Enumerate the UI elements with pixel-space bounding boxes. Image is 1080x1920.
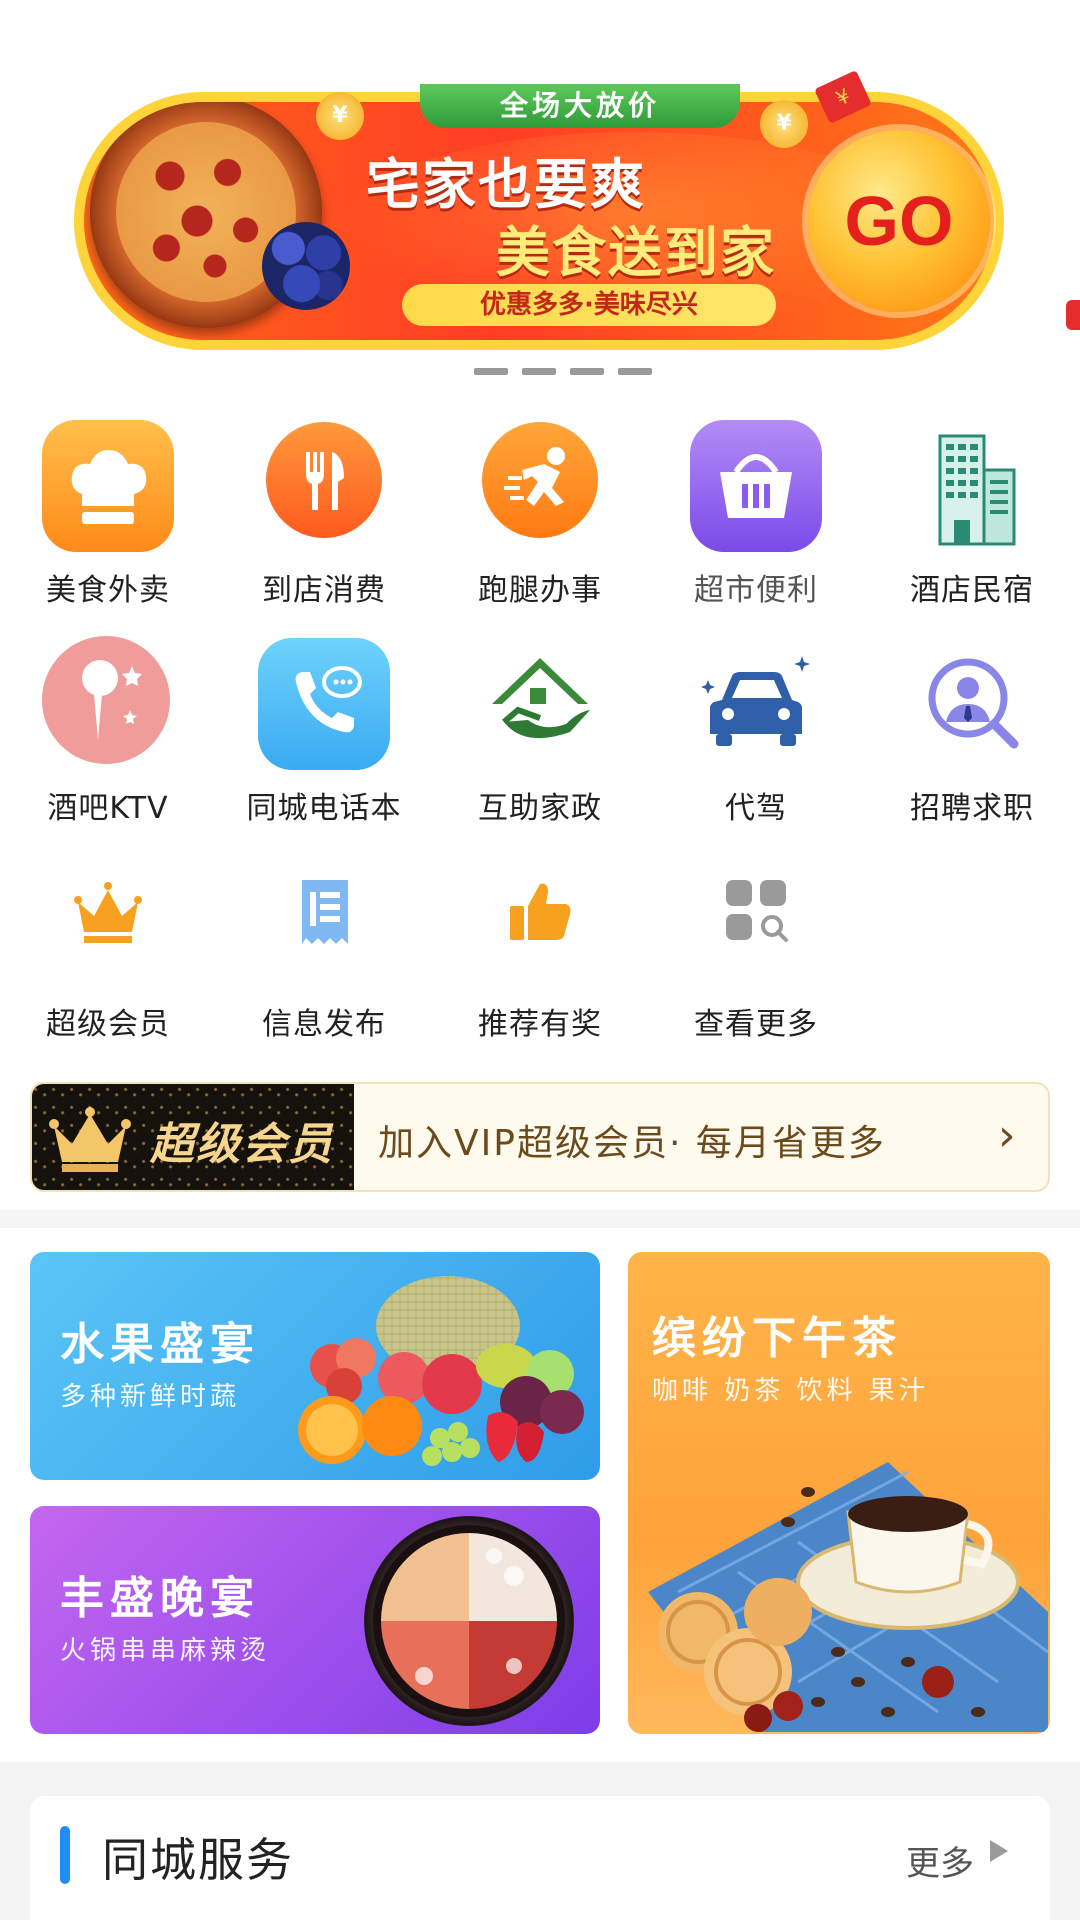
service-label: 酒吧KTV bbox=[47, 791, 169, 826]
service-label: 代驾 bbox=[725, 791, 787, 826]
service-label: 同城电话本 bbox=[246, 791, 402, 826]
service-hotel[interactable]: 酒店民宿 bbox=[864, 410, 1080, 610]
service-label: 信息发布 bbox=[262, 1007, 386, 1042]
shopping-basket-icon bbox=[690, 420, 822, 552]
next-banner-peek bbox=[1066, 300, 1080, 330]
service-label: 超市便利 bbox=[694, 573, 818, 608]
crown-icon bbox=[48, 1104, 132, 1174]
fork-knife-icon bbox=[266, 422, 382, 538]
promo-subtitle: 多种新鲜时蔬 bbox=[60, 1382, 241, 1412]
blueberries-image bbox=[262, 222, 350, 310]
banner-carousel[interactable]: 全场大放价 ¥ ¥ ¥ 宅家也要爽 美食送到家 优惠多多·美味尽兴 GO bbox=[0, 0, 1080, 400]
carousel-indicator[interactable] bbox=[474, 368, 652, 375]
service-label: 美食外卖 bbox=[46, 573, 170, 608]
service-phonebook[interactable]: 同城电话本 bbox=[216, 628, 432, 828]
promo-title: 水果盛宴 bbox=[60, 1319, 260, 1370]
service-referral-reward[interactable]: 推荐有奖 bbox=[432, 844, 648, 1044]
service-label: 查看更多 bbox=[694, 1007, 818, 1042]
service-supermarket[interactable]: 超市便利 bbox=[648, 410, 864, 610]
service-errands[interactable]: 跑腿办事 bbox=[432, 410, 648, 610]
vip-badge: 超级会员 bbox=[32, 1084, 354, 1190]
service-label: 跑腿办事 bbox=[478, 573, 602, 608]
fruit-image bbox=[292, 1266, 600, 1476]
hotpot-image bbox=[364, 1516, 574, 1726]
go-button[interactable]: GO bbox=[808, 130, 990, 312]
microphone-icon bbox=[42, 636, 170, 764]
service-post-info[interactable]: 信息发布 bbox=[216, 844, 432, 1044]
banner-title-line2: 美食送到家 bbox=[496, 221, 776, 284]
service-housekeeping[interactable]: 互助家政 bbox=[432, 628, 648, 828]
carousel-dot[interactable] bbox=[522, 368, 556, 375]
car-icon bbox=[690, 638, 822, 770]
promo-title: 丰盛晚宴 bbox=[60, 1573, 260, 1624]
promo-card-fruit[interactable]: 水果盛宴 多种新鲜时蔬 bbox=[30, 1252, 600, 1480]
promo-subtitle: 火锅串串麻辣烫 bbox=[60, 1636, 271, 1666]
carousel-dot[interactable] bbox=[474, 368, 508, 375]
service-label: 到店消费 bbox=[262, 573, 386, 608]
city-service-section: 同城服务 更多 bbox=[30, 1796, 1050, 1920]
service-food-delivery[interactable]: 美食外卖 bbox=[0, 410, 216, 610]
runner-icon bbox=[482, 422, 598, 538]
thumbs-up-icon bbox=[502, 874, 578, 950]
chevron-right-icon: › bbox=[998, 1110, 1016, 1161]
carousel-dot[interactable] bbox=[570, 368, 604, 375]
service-super-member[interactable]: 超级会员 bbox=[0, 844, 216, 1044]
service-jobs[interactable]: 招聘求职 bbox=[864, 628, 1080, 828]
vip-promo-bar[interactable]: 超级会员 加入VIP超级会员· 每月省更多 › bbox=[30, 1082, 1050, 1192]
service-label: 招聘求职 bbox=[910, 791, 1034, 826]
more-link[interactable]: 更多 bbox=[906, 1836, 974, 1885]
service-label: 推荐有奖 bbox=[478, 1007, 602, 1042]
job-search-icon bbox=[906, 638, 1038, 770]
service-chauffeur[interactable]: 代驾 bbox=[648, 628, 864, 828]
vip-badge-text: 超级会员 bbox=[150, 1119, 334, 1170]
service-label: 超级会员 bbox=[46, 1007, 170, 1042]
service-view-more[interactable]: 查看更多 bbox=[648, 844, 864, 1044]
document-icon bbox=[286, 874, 362, 950]
service-bar-ktv[interactable]: 酒吧KTV bbox=[0, 628, 216, 828]
chef-hat-icon bbox=[42, 420, 174, 552]
section-divider bbox=[0, 1210, 1080, 1228]
promo-card-dinner[interactable]: 丰盛晚宴 火锅串串麻辣烫 bbox=[30, 1506, 600, 1734]
banner-subtitle: 优惠多多·美味尽兴 bbox=[402, 284, 776, 326]
crown-icon bbox=[70, 874, 146, 950]
promo-title: 缤纷下午茶 bbox=[652, 1313, 902, 1364]
banner-top-tag: 全场大放价 bbox=[420, 84, 740, 128]
service-label: 酒店民宿 bbox=[910, 573, 1034, 608]
house-hand-icon bbox=[474, 638, 606, 770]
promo-card-afternoon-tea[interactable]: 缤纷下午茶 咖啡 奶茶 饮料 果汁 bbox=[628, 1252, 1050, 1734]
coffee-cookies-image bbox=[638, 1432, 1049, 1732]
carousel-dot[interactable] bbox=[618, 368, 652, 375]
service-label: 互助家政 bbox=[478, 791, 602, 826]
promo-subtitle: 咖啡 奶茶 饮料 果汁 bbox=[652, 1376, 929, 1406]
coin-icon: ¥ bbox=[760, 100, 808, 148]
section-title: 同城服务 bbox=[102, 1833, 294, 1887]
vip-promo-text: 加入VIP超级会员· 每月省更多 bbox=[378, 1123, 886, 1164]
play-arrow-icon[interactable] bbox=[990, 1840, 1008, 1862]
more-grid-icon bbox=[718, 874, 794, 950]
hotel-building-icon bbox=[906, 420, 1038, 552]
coin-icon: ¥ bbox=[316, 92, 364, 140]
service-dine-in[interactable]: 到店消费 bbox=[216, 410, 432, 610]
section-accent-bar bbox=[60, 1826, 70, 1884]
phone-chat-icon bbox=[258, 638, 390, 770]
